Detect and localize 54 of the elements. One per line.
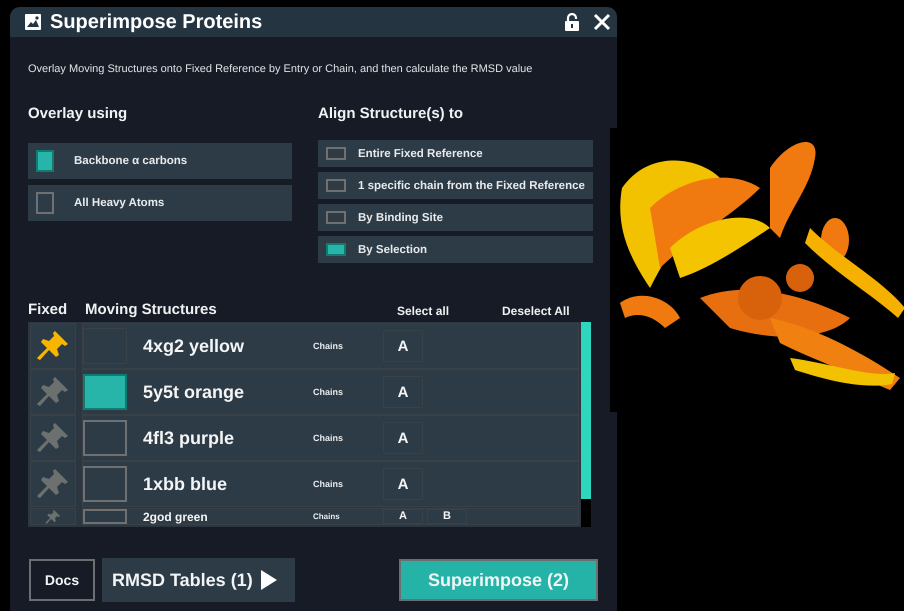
picture-icon	[25, 14, 41, 30]
option-item[interactable]: 1 specific chain from the Fixed Reference	[318, 172, 593, 199]
play-triangle-icon	[260, 570, 277, 590]
chains-label: Chains	[313, 387, 344, 397]
structure-name: 2god green	[143, 510, 209, 522]
rmsd-tables-button[interactable]: RMSD Tables (1)	[102, 558, 295, 602]
option-label: 1 specific chain from the Fixed Reference	[358, 180, 585, 192]
checkbox[interactable]	[83, 420, 127, 456]
chains-label: Chains	[313, 512, 341, 520]
chains-label: Chains	[313, 433, 344, 443]
scrollbar[interactable]	[581, 322, 591, 527]
structure-name: 1xbb blue	[143, 474, 228, 494]
chain-toggle[interactable]: A	[383, 376, 423, 408]
structure-name: 4xg2 yellow	[143, 336, 246, 356]
close-icon[interactable]	[593, 13, 611, 31]
option-label: Entire Fixed Reference	[358, 148, 483, 160]
option-label: All Heavy Atoms	[74, 197, 164, 209]
option-item[interactable]: By Selection	[318, 236, 593, 263]
option-item[interactable]: Backbone α carbons	[28, 143, 292, 179]
checkbox[interactable]	[36, 192, 54, 214]
structure-name: 5y5t orange	[143, 382, 246, 402]
docs-button[interactable]: Docs	[29, 559, 95, 601]
unlocked-padlock-icon[interactable]	[565, 13, 579, 31]
chain-toggle[interactable]: B	[427, 509, 467, 524]
checkbox[interactable]	[326, 243, 346, 256]
chain-toggle[interactable]: A	[383, 330, 423, 362]
checkbox[interactable]	[83, 509, 127, 524]
checkbox[interactable]	[326, 147, 346, 160]
chain-toggle[interactable]: A	[383, 509, 423, 524]
option-label: By Binding Site	[358, 212, 443, 224]
deselect-all-link[interactable]: Deselect All	[502, 304, 570, 318]
window-title: Superimpose Proteins	[50, 10, 264, 34]
checkbox[interactable]	[326, 211, 346, 224]
checkbox[interactable]	[326, 179, 346, 192]
chain-toggle[interactable]: A	[383, 468, 423, 500]
description-text: Overlay Moving Structures onto Fixed Reference by Entry or Chain, and then calculate the RMSD value	[28, 63, 534, 75]
chains-label: Chains	[313, 479, 344, 489]
chain-toggle[interactable]: A	[383, 422, 423, 454]
section-heading: Align Structure(s) to	[318, 105, 464, 122]
option-label: Backbone α carbons	[74, 155, 188, 167]
pin-icon[interactable]	[36, 329, 70, 363]
section-heading: Overlay using	[28, 105, 128, 122]
checkbox[interactable]	[83, 374, 127, 410]
option-label: By Selection	[358, 244, 428, 256]
structure-name: 4fl3 purple	[143, 428, 236, 448]
option-item[interactable]: By Binding Site	[318, 204, 593, 231]
option-item[interactable]: All Heavy Atoms	[28, 185, 292, 221]
column-heading: Moving Structures	[85, 301, 218, 318]
column-heading: Fixed	[28, 301, 68, 318]
option-item[interactable]: Entire Fixed Reference	[318, 140, 593, 167]
checkbox[interactable]	[83, 466, 127, 502]
select-all-link[interactable]: Select all	[397, 304, 502, 318]
chains-label: Chains	[313, 341, 344, 351]
checkbox[interactable]	[36, 150, 54, 172]
